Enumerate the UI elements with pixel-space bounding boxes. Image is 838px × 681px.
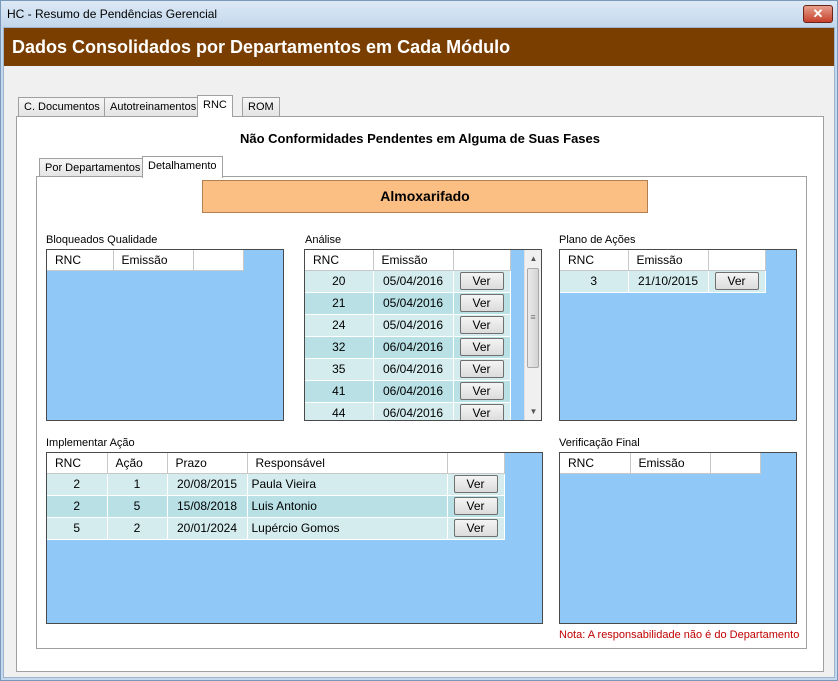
cell-emissao: 05/04/2016 (373, 292, 454, 315)
table-row[interactable]: 2 5 15/08/2018 Luis Antonio Ver (47, 495, 505, 518)
cell-emissao: 06/04/2016 (373, 358, 454, 381)
cell-acao: 1 (107, 473, 168, 496)
analise-scrollbar[interactable]: ▲ ≡ ▼ (524, 250, 541, 420)
cell-prazo: 20/08/2015 (167, 473, 248, 496)
table-row[interactable]: 35 06/04/2016 Ver (305, 358, 511, 381)
scroll-up-icon[interactable]: ▲ (525, 250, 541, 267)
ver-button[interactable]: Ver (453, 475, 498, 493)
table-row[interactable]: 5 2 20/01/2024 Lupércio Gomos Ver (47, 517, 505, 540)
cell-rnc: 20 (305, 270, 374, 293)
column-header-emissao[interactable]: Emissão (113, 250, 194, 271)
column-header-rnc[interactable]: RNC (560, 453, 631, 474)
ver-button[interactable]: Ver (459, 404, 504, 420)
cell-rnc: 24 (305, 314, 374, 337)
table-row[interactable]: 41 06/04/2016 Ver (305, 380, 511, 403)
ver-button[interactable]: Ver (453, 519, 498, 537)
cell-acao: 5 (107, 495, 168, 518)
cell-rnc: 21 (305, 292, 374, 315)
table-row[interactable]: 3 21/10/2015 Ver (560, 270, 766, 293)
tab-por-departamentos[interactable]: Por Departamentos (39, 158, 147, 178)
close-button[interactable]: ✕ (803, 5, 833, 23)
cell-emissao: 06/04/2016 (373, 402, 454, 420)
implementar-label: Implementar Ação (46, 437, 135, 449)
cell-emissao: 06/04/2016 (373, 336, 454, 359)
analise-label: Análise (305, 234, 342, 246)
plano-grid[interactable]: RNC Emissão 3 21/10/2015 Ver (559, 249, 797, 421)
bloqueados-grid[interactable]: RNC Emissão (46, 249, 284, 421)
ver-button[interactable]: Ver (459, 338, 504, 356)
cell-emissao: 05/04/2016 (373, 270, 454, 293)
column-header-rnc[interactable]: RNC (47, 453, 108, 474)
tab-detalhamento[interactable]: Detalhamento (142, 156, 223, 178)
bloqueados-label: Bloqueados Qualidade (46, 234, 158, 246)
table-row[interactable]: 21 05/04/2016 Ver (305, 292, 511, 315)
cell-rnc: 5 (47, 517, 108, 540)
title-bar[interactable]: HC - Resumo de Pendências Gerencial ✕ (1, 1, 837, 27)
column-header-empty (708, 250, 766, 271)
tab-rom[interactable]: ROM (242, 97, 280, 117)
tab-rnc[interactable]: RNC (197, 95, 233, 117)
table-row[interactable]: 2 1 20/08/2015 Paula Vieira Ver (47, 473, 505, 496)
table-row[interactable]: 24 05/04/2016 Ver (305, 314, 511, 337)
column-header-emissao[interactable]: Emissão (630, 453, 711, 474)
cell-rnc: 32 (305, 336, 374, 359)
scroll-down-icon[interactable]: ▼ (525, 403, 541, 420)
plano-label: Plano de Ações (559, 234, 636, 246)
column-header-empty (453, 250, 511, 271)
ver-button[interactable]: Ver (459, 360, 504, 378)
table-row[interactable]: 44 06/04/2016 Ver (305, 402, 511, 420)
cell-rnc: 44 (305, 402, 374, 420)
page-title: Dados Consolidados por Departamentos em … (12, 37, 511, 57)
client-area: Dados Consolidados por Departamentos em … (3, 27, 835, 678)
ver-button[interactable]: Ver (714, 272, 759, 290)
window-title: HC - Resumo de Pendências Gerencial (7, 7, 218, 21)
implementar-grid[interactable]: RNC Ação Prazo Responsável 2 1 20/08/201… (46, 452, 543, 624)
column-header-rnc[interactable]: RNC (305, 250, 374, 271)
tab-c-documentos[interactable]: C. Documentos (18, 97, 106, 117)
column-header-acao[interactable]: Ação (107, 453, 168, 474)
column-header-prazo[interactable]: Prazo (167, 453, 248, 474)
responsibility-note: Nota: A responsabilidade não é do Depart… (559, 629, 800, 641)
column-header-empty (193, 250, 244, 271)
column-header-rnc[interactable]: RNC (47, 250, 114, 271)
ver-button[interactable]: Ver (459, 272, 504, 290)
column-header-emissao[interactable]: Emissão (373, 250, 454, 271)
cell-emissao: 05/04/2016 (373, 314, 454, 337)
tab-autotreinamentos[interactable]: Autotreinamentos (104, 97, 203, 117)
column-header-empty (710, 453, 761, 474)
section-subtitle: Não Conformidades Pendentes em Alguma de… (239, 131, 600, 146)
scroll-thumb[interactable]: ≡ (527, 268, 539, 368)
department-banner: Almoxarifado (202, 180, 648, 213)
cell-responsavel: Paula Vieira (247, 473, 448, 496)
cell-responsavel: Lupércio Gomos (247, 517, 448, 540)
verificacao-grid[interactable]: RNC Emissão (559, 452, 797, 624)
header-band: Dados Consolidados por Departamentos em … (4, 28, 834, 66)
table-row[interactable]: 32 06/04/2016 Ver (305, 336, 511, 359)
column-header-emissao[interactable]: Emissão (628, 250, 709, 271)
ver-button[interactable]: Ver (459, 294, 504, 312)
cell-prazo: 20/01/2024 (167, 517, 248, 540)
cell-emissao: 21/10/2015 (628, 270, 709, 293)
ver-button[interactable]: Ver (459, 316, 504, 334)
verificacao-label: Verificação Final (559, 437, 640, 449)
cell-rnc: 2 (47, 473, 108, 496)
column-header-empty (447, 453, 505, 474)
column-header-rnc[interactable]: RNC (560, 250, 629, 271)
cell-rnc: 3 (560, 270, 629, 293)
cell-rnc: 35 (305, 358, 374, 381)
cell-acao: 2 (107, 517, 168, 540)
ver-button[interactable]: Ver (459, 382, 504, 400)
cell-responsavel: Luis Antonio (247, 495, 448, 518)
cell-rnc: 41 (305, 380, 374, 403)
cell-emissao: 06/04/2016 (373, 380, 454, 403)
analise-grid[interactable]: RNC Emissão 20 05/04/2016 Ver 21 05/04/2… (304, 249, 542, 421)
app-window: HC - Resumo de Pendências Gerencial ✕ Da… (0, 0, 838, 681)
cell-rnc: 2 (47, 495, 108, 518)
ver-button[interactable]: Ver (453, 497, 498, 515)
column-header-responsavel[interactable]: Responsável (247, 453, 448, 474)
table-row[interactable]: 20 05/04/2016 Ver (305, 270, 511, 293)
cell-prazo: 15/08/2018 (167, 495, 248, 518)
